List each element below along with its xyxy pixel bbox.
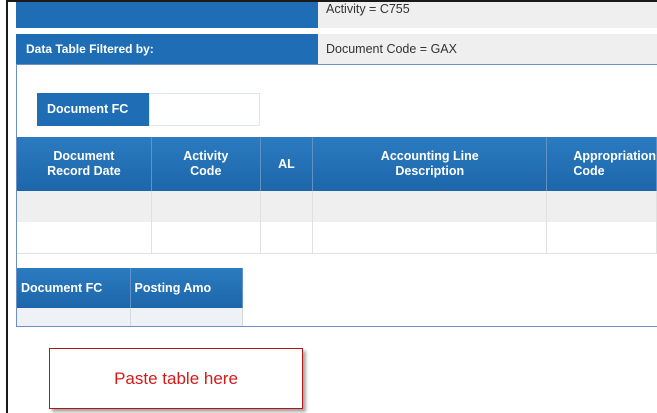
document-fc-input[interactable] <box>149 93 260 126</box>
summary-table: Document FC Posting Amo <box>17 268 243 326</box>
table-cell[interactable] <box>312 222 548 254</box>
table-cell[interactable] <box>546 222 657 254</box>
table-cell[interactable] <box>17 308 131 326</box>
col-header-accounting-line-description[interactable]: Accounting Line Description <box>312 137 548 191</box>
col-header-document-record-date[interactable]: Document Record Date <box>17 137 152 191</box>
table-row <box>17 191 657 222</box>
filter-value-activity: Activity = C755 <box>318 2 657 28</box>
table-cell[interactable] <box>260 191 314 222</box>
col-header-accounting-line-description-label: Accounting Line Description <box>380 149 479 178</box>
filter-row-activity: Activity = C755 <box>16 2 657 28</box>
main-table-header-row: Document Record Date Activity Code AL Ac… <box>17 137 657 191</box>
filter-label: Data Table Filtered by: <box>16 34 318 64</box>
col-header-appropriation-code[interactable]: Appropriation Code <box>546 137 657 191</box>
col-header-activity-code[interactable]: Activity Code <box>151 137 261 191</box>
col-header-al-label: AL <box>278 156 295 171</box>
filter-value-document-code: Document Code = GAX <box>318 34 657 64</box>
filter-value-activity-text: Activity = C755 <box>326 2 410 16</box>
col-header-al[interactable]: AL <box>260 137 314 191</box>
paste-table-callout: Paste table here <box>49 348 303 409</box>
main-data-table: Document Record Date Activity Code AL Ac… <box>17 137 657 254</box>
filter-label-empty <box>16 2 318 28</box>
table-cell[interactable] <box>17 222 152 254</box>
table-cell[interactable] <box>260 222 314 254</box>
table-cell[interactable] <box>17 191 152 222</box>
col-header-document-record-date-label: Document Record Date <box>47 149 121 178</box>
table-cell[interactable] <box>546 191 657 222</box>
col-header-posting-amount[interactable]: Posting Amo <box>130 268 243 308</box>
table-cell[interactable] <box>151 222 261 254</box>
table-cell[interactable] <box>312 191 548 222</box>
summary-table-header-row: Document FC Posting Amo <box>17 268 243 308</box>
table-row <box>17 222 657 254</box>
table-cell[interactable] <box>151 191 261 222</box>
document-fc-header[interactable]: Document FC <box>37 93 149 126</box>
table-cell[interactable] <box>130 308 243 326</box>
data-panel: Document FC Document Record Date Activit… <box>16 64 657 327</box>
col-header-activity-code-label: Activity Code <box>183 149 229 178</box>
col-header-appropriation-code-label: Appropriation Code <box>573 149 656 178</box>
table-row <box>17 308 243 326</box>
filter-row-document-code: Data Table Filtered by: Document Code = … <box>16 34 657 64</box>
col-header-document-fc[interactable]: Document FC <box>17 268 131 308</box>
